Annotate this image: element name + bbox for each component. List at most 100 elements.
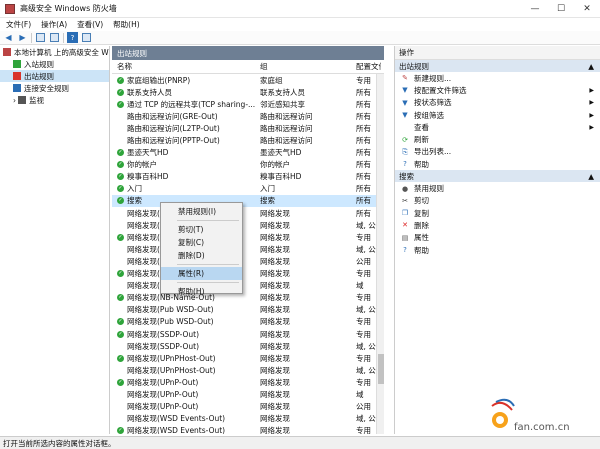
table-row[interactable]: ✓ 入门 入门 所有 bbox=[112, 183, 384, 195]
table-row[interactable]: 网络发现(SSDP-Out) 网络发现 域, 公用 bbox=[112, 340, 384, 352]
menu-help[interactable]: 帮助(H) bbox=[113, 19, 140, 30]
action-item[interactable]: ● 禁用规则 bbox=[395, 182, 600, 194]
rule-name: 墨迹天气HD bbox=[127, 148, 169, 158]
menu-file[interactable]: 文件(F) bbox=[6, 19, 31, 30]
context-menu-item[interactable]: 剪切(T) bbox=[161, 223, 242, 236]
context-menu-item[interactable]: 禁用规则(I) bbox=[161, 205, 242, 218]
table-row[interactable]: 网络发现(网络发现 公用 bbox=[112, 255, 384, 267]
maximize-button[interactable]: ☐ bbox=[548, 0, 574, 18]
copy-icon: ❐ bbox=[401, 209, 409, 218]
close-button[interactable]: ✕ bbox=[574, 0, 600, 18]
action-item[interactable]: ❐ 复制 bbox=[395, 207, 600, 219]
actions-group-search[interactable]: 搜索 ▲ bbox=[395, 170, 600, 183]
minimize-button[interactable]: — bbox=[522, 0, 548, 18]
table-row[interactable]: 网络发现(网络发现 所有 bbox=[112, 207, 384, 219]
tree-pane: 本地计算机 上的高级安全 Windows 入站规则出站规则连接安全规则 › 监视 bbox=[0, 46, 110, 434]
tree-item[interactable]: 出站规则 bbox=[0, 70, 109, 82]
help-icon[interactable]: ? bbox=[67, 32, 78, 43]
action-item[interactable]: ✕ 删除 bbox=[395, 219, 600, 231]
tree-item[interactable]: 连接安全规则 bbox=[0, 82, 109, 94]
action-item[interactable]: ⎘ 导出列表... bbox=[395, 146, 600, 158]
table-row[interactable]: ✓ 糗事百科HD 糗事百科HD 所有 bbox=[112, 171, 384, 183]
table-row[interactable]: 路由和远程访问(PPTP-Out) 路由和远程访问 所有 bbox=[112, 134, 384, 146]
scrollbar-thumb[interactable] bbox=[378, 354, 384, 384]
console-tree-icon[interactable] bbox=[35, 32, 46, 43]
table-row[interactable]: 网络发现(网络发现 域, 公用 bbox=[112, 243, 384, 255]
properties-icon[interactable] bbox=[49, 32, 60, 43]
table-row[interactable]: 网络发现(UPnPHost-Out) 网络发现 域, 公用 bbox=[112, 364, 384, 376]
context-menu-item[interactable]: 帮助(H) bbox=[161, 285, 242, 298]
rule-name-cell: ✓ 入门 bbox=[112, 183, 255, 194]
action-item[interactable]: ▤ 属性 bbox=[395, 232, 600, 244]
table-row[interactable]: ✓ 网络发现(Pub WSD-Out) 网络发现 专用 bbox=[112, 316, 384, 328]
rule-name: 网络发现(Pub WSD-Out) bbox=[127, 317, 214, 327]
forward-icon[interactable]: ▶ bbox=[17, 32, 28, 43]
menu-view[interactable]: 查看(V) bbox=[77, 19, 103, 30]
column-group[interactable]: 组 bbox=[255, 61, 351, 72]
action-item[interactable]: ✎ 新建规则... bbox=[395, 72, 600, 84]
action-label: 帮助 bbox=[414, 245, 429, 255]
context-menu-item[interactable]: 删除(D) bbox=[161, 249, 242, 262]
vertical-scrollbar[interactable] bbox=[376, 74, 384, 434]
rules-table-body: ✓ 家庭组输出(PNRP) 家庭组 专用 ✓ 联系支持人员 联系支持人员 所有 ✓ 通过 TCP … bbox=[112, 74, 384, 434]
rule-group-cell: 路由和远程访问 bbox=[260, 123, 313, 133]
table-row[interactable]: ✓ 家庭组输出(PNRP) 家庭组 专用 bbox=[112, 74, 384, 86]
action-item[interactable]: ⟳ 刷新 bbox=[395, 133, 600, 145]
action-item[interactable]: ✂ 剪切 bbox=[395, 195, 600, 207]
table-row[interactable]: ✓ 联系支持人员 联系支持人员 所有 bbox=[112, 86, 384, 98]
table-row[interactable]: ✓ 网络发现(NB-Name-Out) 网络发现 专用 bbox=[112, 292, 384, 304]
column-name[interactable]: 名称 bbox=[112, 61, 255, 72]
filter-icon: ▼ bbox=[402, 98, 408, 107]
table-row[interactable]: ✓ 网络发现(网络发现 专用 bbox=[112, 231, 384, 243]
context-menu-item[interactable]: 属性(R) bbox=[161, 267, 242, 280]
rule-name-cell: 网络发现(UPnP-Out) bbox=[112, 389, 255, 400]
action-item[interactable]: ? 帮助 bbox=[395, 158, 600, 170]
action-label: 帮助 bbox=[414, 159, 429, 169]
tree-item[interactable]: 本地计算机 上的高级安全 Windows bbox=[0, 46, 109, 58]
table-row[interactable]: ✓ 网络发现(UPnPHost-Out) 网络发现 专用 bbox=[112, 352, 384, 364]
table-row[interactable]: 网络发现(Pub WSD-Out) 网络发现 域, 公用 bbox=[112, 304, 384, 316]
table-row[interactable]: 网络发现(UPnP-Out) 网络发现 公用 bbox=[112, 401, 384, 413]
action-item[interactable]: ▼ 按配置文件筛选 ▶ bbox=[395, 84, 600, 96]
table-row[interactable]: ✓ 通过 TCP 的远程共享(TCP sharing-... 邻近感知共享 所有 bbox=[112, 98, 384, 110]
collapse-icon[interactable]: ▲ bbox=[588, 62, 594, 71]
enabled-check-icon: ✓ bbox=[117, 100, 124, 108]
tree-item[interactable]: › 监视 bbox=[0, 94, 109, 106]
action-item[interactable]: ? 帮助 bbox=[395, 244, 600, 256]
column-profile[interactable]: 配置文件 bbox=[351, 61, 381, 72]
rule-group-cell: 邻近感知共享 bbox=[260, 99, 305, 109]
table-row[interactable]: 路由和远程访问(L2TP-Out) 路由和远程访问 所有 bbox=[112, 122, 384, 134]
rule-group-cell: 网络发现 bbox=[260, 232, 290, 242]
table-row[interactable]: 网络发现(网络发现 域, 公用 bbox=[112, 219, 384, 231]
context-menu-item[interactable]: 复制(C) bbox=[161, 236, 242, 249]
table-row[interactable]: ✓ 搜索 搜索 所有 bbox=[112, 194, 384, 208]
table-row[interactable]: 网络发现(网络发现域 bbox=[112, 280, 384, 292]
action-item[interactable]: ▼ 按组筛选 ▶ bbox=[395, 109, 600, 121]
table-row[interactable]: ✓ 网络发现(WSD Events-Out) 网络发现 专用 bbox=[112, 425, 384, 434]
rule-group-cell: 网络发现 bbox=[260, 353, 290, 363]
table-row[interactable]: ✓ 网络发现(网络发现 专用 bbox=[112, 268, 384, 280]
rule-name-cell: 网络发现(UPnPHost-Out) bbox=[112, 365, 255, 376]
firewall-app-icon bbox=[5, 3, 15, 14]
rule-name: 网络发现( bbox=[127, 232, 160, 242]
collapse-icon[interactable]: ▲ bbox=[588, 172, 594, 181]
table-row[interactable]: ✓ 网络发现(UPnP-Out) 网络发现 专用 bbox=[112, 376, 384, 388]
table-row[interactable]: 网络发现(WSD Events-Out) 网络发现 域, 公用 bbox=[112, 413, 384, 425]
table-row[interactable]: 路由和远程访问(GRE-Out) 路由和远程访问 所有 bbox=[112, 110, 384, 122]
rule-group-cell: 入门 bbox=[260, 184, 275, 194]
menu-action[interactable]: 操作(A) bbox=[41, 19, 67, 30]
action-item[interactable]: 查看 ▶ bbox=[395, 121, 600, 133]
table-row[interactable]: ✓ 你的帐户 你的帐户 所有 bbox=[112, 159, 384, 171]
expand-icon[interactable]: › bbox=[13, 96, 16, 105]
table-row[interactable]: ✓ 网络发现(SSDP-Out) 网络发现 专用 bbox=[112, 328, 384, 340]
table-row[interactable]: 网络发现(UPnP-Out) 网络发现域 bbox=[112, 388, 384, 400]
toolbar-separator bbox=[31, 32, 32, 43]
tree-item[interactable]: 入站规则 bbox=[0, 58, 109, 70]
table-row[interactable]: ✓ 墨迹天气HD 墨迹天气HD 所有 bbox=[112, 147, 384, 159]
action-item[interactable]: ▼ 按状态筛选 ▶ bbox=[395, 97, 600, 109]
help-icon: ? bbox=[403, 160, 407, 169]
show-action-pane-icon[interactable] bbox=[81, 32, 92, 43]
rule-name: 糗事百科HD bbox=[127, 172, 169, 182]
back-icon[interactable]: ◀ bbox=[3, 32, 14, 43]
actions-group-outbound[interactable]: 出站规则 ▲ bbox=[395, 60, 600, 72]
